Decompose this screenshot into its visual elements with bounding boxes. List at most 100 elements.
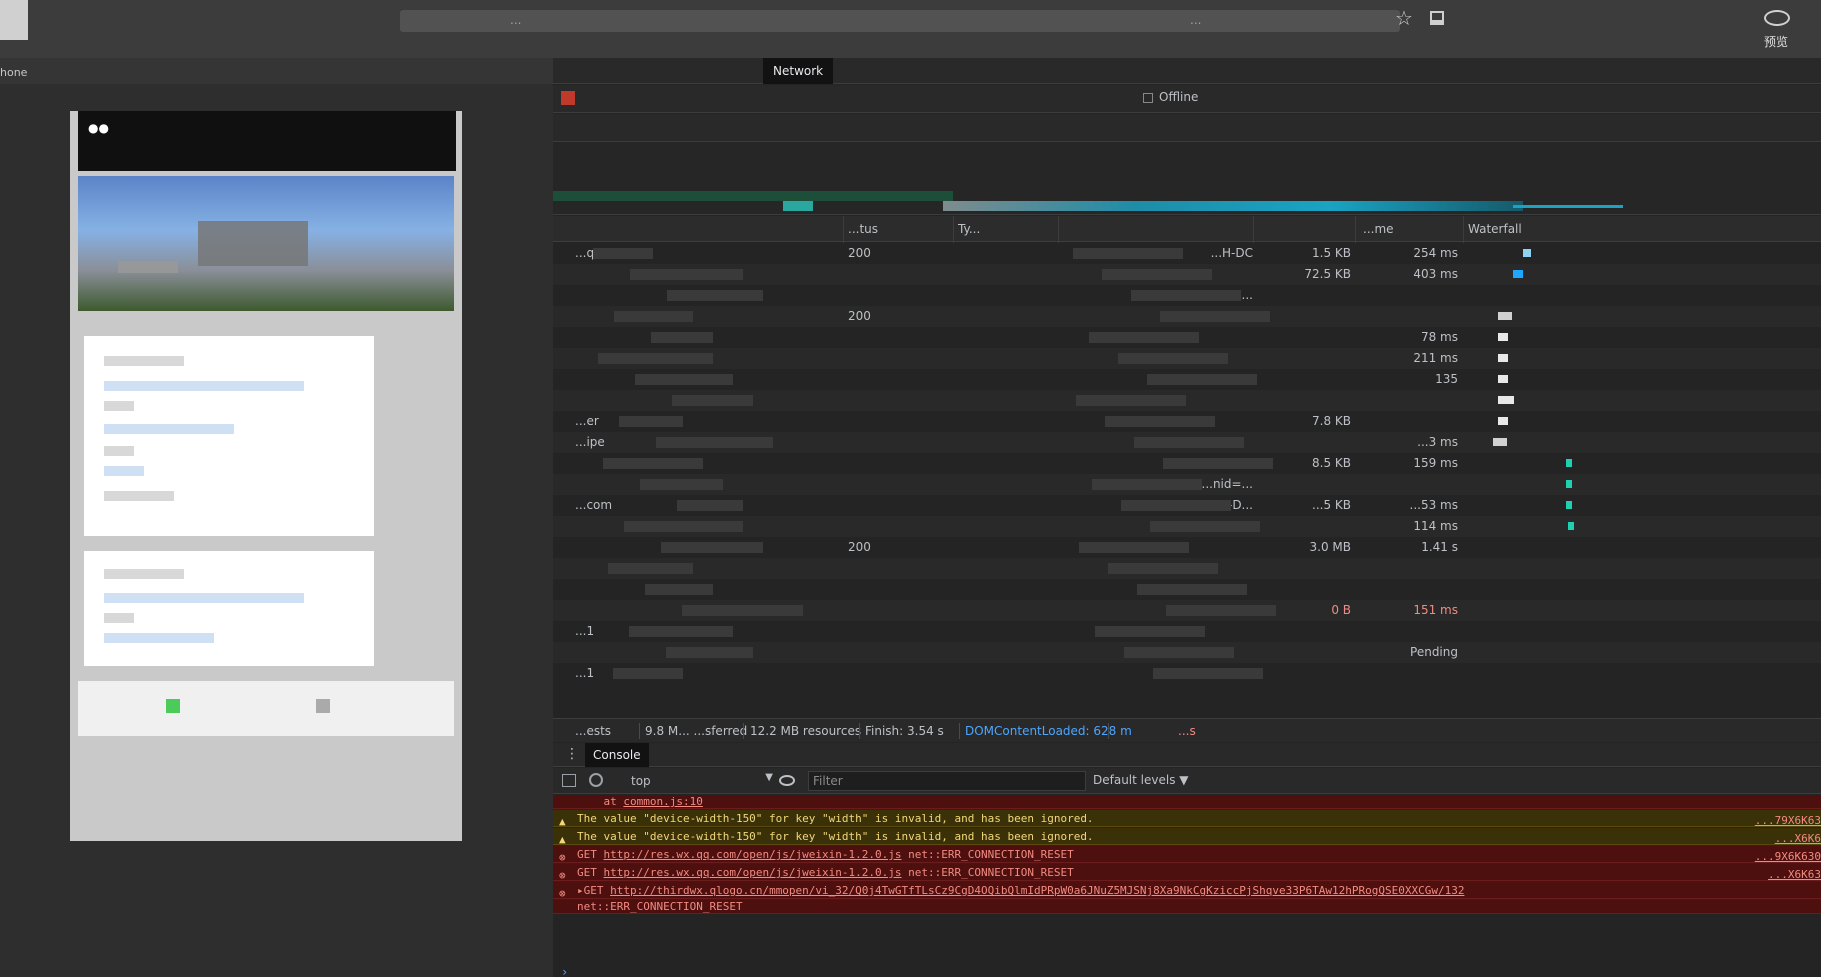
status-column-header[interactable]: ...tus bbox=[848, 222, 878, 236]
redacted-text bbox=[608, 563, 693, 574]
table-row[interactable]: 211 ms bbox=[553, 348, 1821, 369]
waterfall-bar bbox=[1566, 459, 1572, 467]
console-error[interactable]: net::ERR_CONNECTION_RESET bbox=[553, 900, 1821, 914]
table-row[interactable]: 114 ms bbox=[553, 516, 1821, 537]
message-link[interactable]: http://res.wx.qq.com/open/js/jweixin-1.2… bbox=[604, 848, 902, 861]
table-row[interactable]: 8.5 KB 159 ms bbox=[553, 453, 1821, 474]
network-filter-bar bbox=[553, 114, 1821, 142]
time-column-header[interactable]: ...me bbox=[1363, 222, 1394, 236]
preview-label[interactable]: 预览 bbox=[1764, 33, 1788, 50]
footer-icon[interactable] bbox=[316, 699, 330, 713]
console-filter-input[interactable] bbox=[808, 771, 1086, 791]
message-link[interactable]: http://res.wx.qq.com/open/js/jweixin-1.2… bbox=[604, 866, 902, 879]
redacted-text bbox=[1105, 416, 1215, 427]
table-row[interactable]: 0 B 151 ms bbox=[553, 600, 1821, 621]
bookmark-icon[interactable] bbox=[1430, 11, 1444, 25]
content-card[interactable] bbox=[84, 336, 374, 536]
address-tail: ... bbox=[1190, 13, 1202, 27]
table-row[interactable]: ...-D...135 bbox=[553, 369, 1821, 390]
waterfall-bar bbox=[1498, 333, 1508, 341]
console-error[interactable]: ⊗ GET http://res.wx.qq.com/open/js/jweixi… bbox=[553, 864, 1821, 883]
table-row[interactable] bbox=[553, 558, 1821, 579]
redacted-text bbox=[682, 605, 803, 616]
redacted-text bbox=[1160, 311, 1270, 322]
summary-requests: ...ests bbox=[575, 724, 612, 738]
console-prompt-icon[interactable]: › bbox=[561, 965, 568, 977]
record-icon[interactable] bbox=[561, 91, 575, 105]
table-row[interactable]: ...er 7.8 KB bbox=[553, 411, 1821, 432]
redacted-text bbox=[598, 353, 713, 364]
redacted-text bbox=[1166, 605, 1276, 616]
redacted-text bbox=[603, 458, 703, 469]
table-row[interactable] bbox=[553, 390, 1821, 411]
console-error[interactable]: ⊗ ▸GET http://thirdwx.qlogo.cn/mmopen/vi_… bbox=[553, 882, 1821, 900]
waterfall-bar bbox=[1498, 312, 1512, 320]
table-row[interactable]: ...CH-D... bbox=[553, 285, 1821, 306]
redacted-text bbox=[1134, 437, 1244, 448]
summary-finish: Finish: 3.54 s bbox=[865, 724, 944, 738]
summary-resources: 12.2 MB resources bbox=[750, 724, 862, 738]
phone-screen[interactable]: ●● bbox=[70, 111, 462, 841]
context-select[interactable]: top ▼ bbox=[613, 772, 773, 790]
message-link[interactable]: http://thirdwx.qlogo.cn/mmopen/vi_32/Q0j… bbox=[610, 884, 1464, 897]
redacted-text bbox=[640, 479, 723, 490]
request-time: 78 ms bbox=[1420, 330, 1458, 344]
request-time: 135 bbox=[1435, 372, 1458, 386]
table-row[interactable]: ...q=5200...H-DC1.5 KB254 ms bbox=[553, 243, 1821, 264]
summary-load: ...s bbox=[1178, 724, 1196, 738]
eye-icon[interactable] bbox=[779, 775, 795, 786]
table-row[interactable]: ...1 bbox=[553, 663, 1821, 684]
redacted-text bbox=[1163, 458, 1273, 469]
table-row[interactable] bbox=[553, 579, 1821, 600]
message-source-link[interactable]: ...X6K6 bbox=[1775, 830, 1821, 847]
log-levels-dropdown[interactable]: Default levels ▼ bbox=[1093, 773, 1189, 787]
request-size: 72.5 KB bbox=[1304, 267, 1351, 281]
console-warning[interactable]: ▲ The value "device-width-150" for key "w… bbox=[553, 828, 1821, 847]
address-bar[interactable]: ... ... bbox=[400, 10, 1400, 32]
table-row[interactable]: ...nid=... bbox=[553, 474, 1821, 495]
network-grid-header: ...tus Ty... ...me Waterfall bbox=[553, 216, 1821, 242]
redacted-text bbox=[1079, 542, 1189, 553]
table-row[interactable]: 72.5 KB 403 ms bbox=[553, 264, 1821, 285]
request-time: 159 ms bbox=[1413, 456, 1458, 470]
message-text: GET bbox=[577, 866, 604, 879]
request-size: 3.0 MB bbox=[1309, 540, 1351, 554]
table-row[interactable]: 200...C...D... bbox=[553, 306, 1821, 327]
star-icon[interactable]: ☆ bbox=[1395, 8, 1413, 28]
device-emulation-pane: hone ●● bbox=[0, 58, 553, 977]
sidebar-toggle-icon[interactable] bbox=[562, 774, 576, 787]
table-row[interactable]: ...com...CH-D......5 KB...53 ms bbox=[553, 495, 1821, 516]
device-label[interactable]: hone bbox=[0, 66, 27, 79]
tab-console[interactable]: Console bbox=[585, 743, 649, 767]
chevron-down-icon: ▼ bbox=[765, 772, 773, 783]
footer-icon[interactable] bbox=[166, 699, 180, 713]
redacted-text bbox=[1124, 647, 1234, 658]
waterfall-bar bbox=[1498, 396, 1514, 404]
message-source-link[interactable]: ...9X6K630 bbox=[1755, 848, 1821, 865]
console-error[interactable]: at common.js:10 bbox=[553, 795, 1821, 809]
redacted-text bbox=[593, 248, 653, 259]
request-time: 114 ms bbox=[1413, 519, 1458, 533]
table-row[interactable]: 200 3.0 MB 1.41 s bbox=[553, 537, 1821, 558]
message-source-link[interactable]: ...79X6K63 bbox=[1755, 812, 1821, 829]
tab-network[interactable]: Network bbox=[763, 58, 834, 84]
redacted-text bbox=[619, 416, 683, 427]
message-source-link[interactable]: ...X6K63 bbox=[1768, 866, 1821, 883]
offline-checkbox[interactable] bbox=[1143, 93, 1153, 103]
content-card[interactable] bbox=[84, 551, 374, 666]
console-error[interactable]: ⊗ GET http://res.wx.qq.com/open/js/jweixi… bbox=[553, 846, 1821, 865]
request-status: 200 bbox=[848, 309, 871, 323]
eye-icon[interactable] bbox=[1764, 10, 1790, 26]
table-row[interactable]: Pending bbox=[553, 642, 1821, 663]
request-status: 200 bbox=[848, 540, 871, 554]
type-column-header[interactable]: Ty... bbox=[958, 222, 980, 236]
table-row[interactable]: ...ipe ...3 ms bbox=[553, 432, 1821, 453]
browser-top-bar: ... ... ☆ 预览 bbox=[0, 0, 1821, 58]
waterfall-column-header[interactable]: Waterfall bbox=[1468, 222, 1522, 236]
table-row[interactable]: ...1 bbox=[553, 621, 1821, 642]
kebab-menu-icon[interactable]: ⋮ bbox=[565, 746, 579, 762]
message-link[interactable]: common.js:10 bbox=[623, 795, 702, 808]
table-row[interactable]: 78 ms bbox=[553, 327, 1821, 348]
console-warning[interactable]: ▲ The value "device-width-150" for key "w… bbox=[553, 810, 1821, 829]
clear-console-icon[interactable] bbox=[589, 773, 603, 787]
